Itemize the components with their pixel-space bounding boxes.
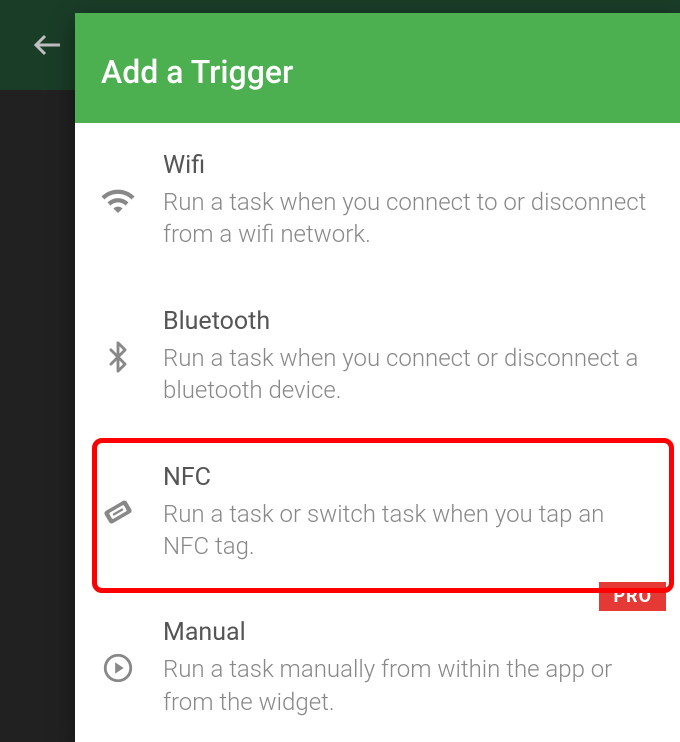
- trigger-title: Bluetooth: [163, 307, 654, 336]
- pro-badge: PRO: [599, 582, 666, 611]
- trigger-item-wifi[interactable]: Wifi Run a task when you connect to or d…: [75, 123, 680, 279]
- trigger-desc: Run a task or switch task when you tap a…: [163, 498, 654, 563]
- trigger-desc: Run a task when you connect or disconnec…: [163, 342, 654, 407]
- trigger-title: Wifi: [163, 151, 654, 180]
- trigger-text: Manual Run a task manually from within t…: [163, 618, 654, 718]
- dialog-title: Add a Trigger: [75, 13, 680, 123]
- trigger-desc: Run a task when you connect to or discon…: [163, 186, 654, 251]
- add-trigger-dialog: Add a Trigger Wifi Run a task when you c…: [75, 13, 680, 742]
- trigger-title: NFC: [163, 463, 654, 492]
- wifi-icon: [99, 182, 137, 220]
- trigger-list: Wifi Run a task when you connect to or d…: [75, 123, 680, 742]
- trigger-text: NFC Run a task or switch task when you t…: [163, 463, 654, 563]
- bluetooth-icon: [99, 338, 137, 376]
- trigger-item-bluetooth[interactable]: Bluetooth Run a task when you connect or…: [75, 279, 680, 435]
- nfc-tag-icon: [99, 493, 137, 531]
- trigger-text: Wifi Run a task when you connect to or d…: [163, 151, 654, 251]
- trigger-title: Manual: [163, 618, 654, 647]
- play-circle-icon: [99, 649, 137, 687]
- trigger-item-manual[interactable]: Manual Run a task manually from within t…: [75, 590, 680, 742]
- trigger-desc: Run a task manually from within the app …: [163, 653, 654, 718]
- trigger-text: Bluetooth Run a task when you connect or…: [163, 307, 654, 407]
- trigger-item-nfc[interactable]: NFC Run a task or switch task when you t…: [75, 435, 680, 591]
